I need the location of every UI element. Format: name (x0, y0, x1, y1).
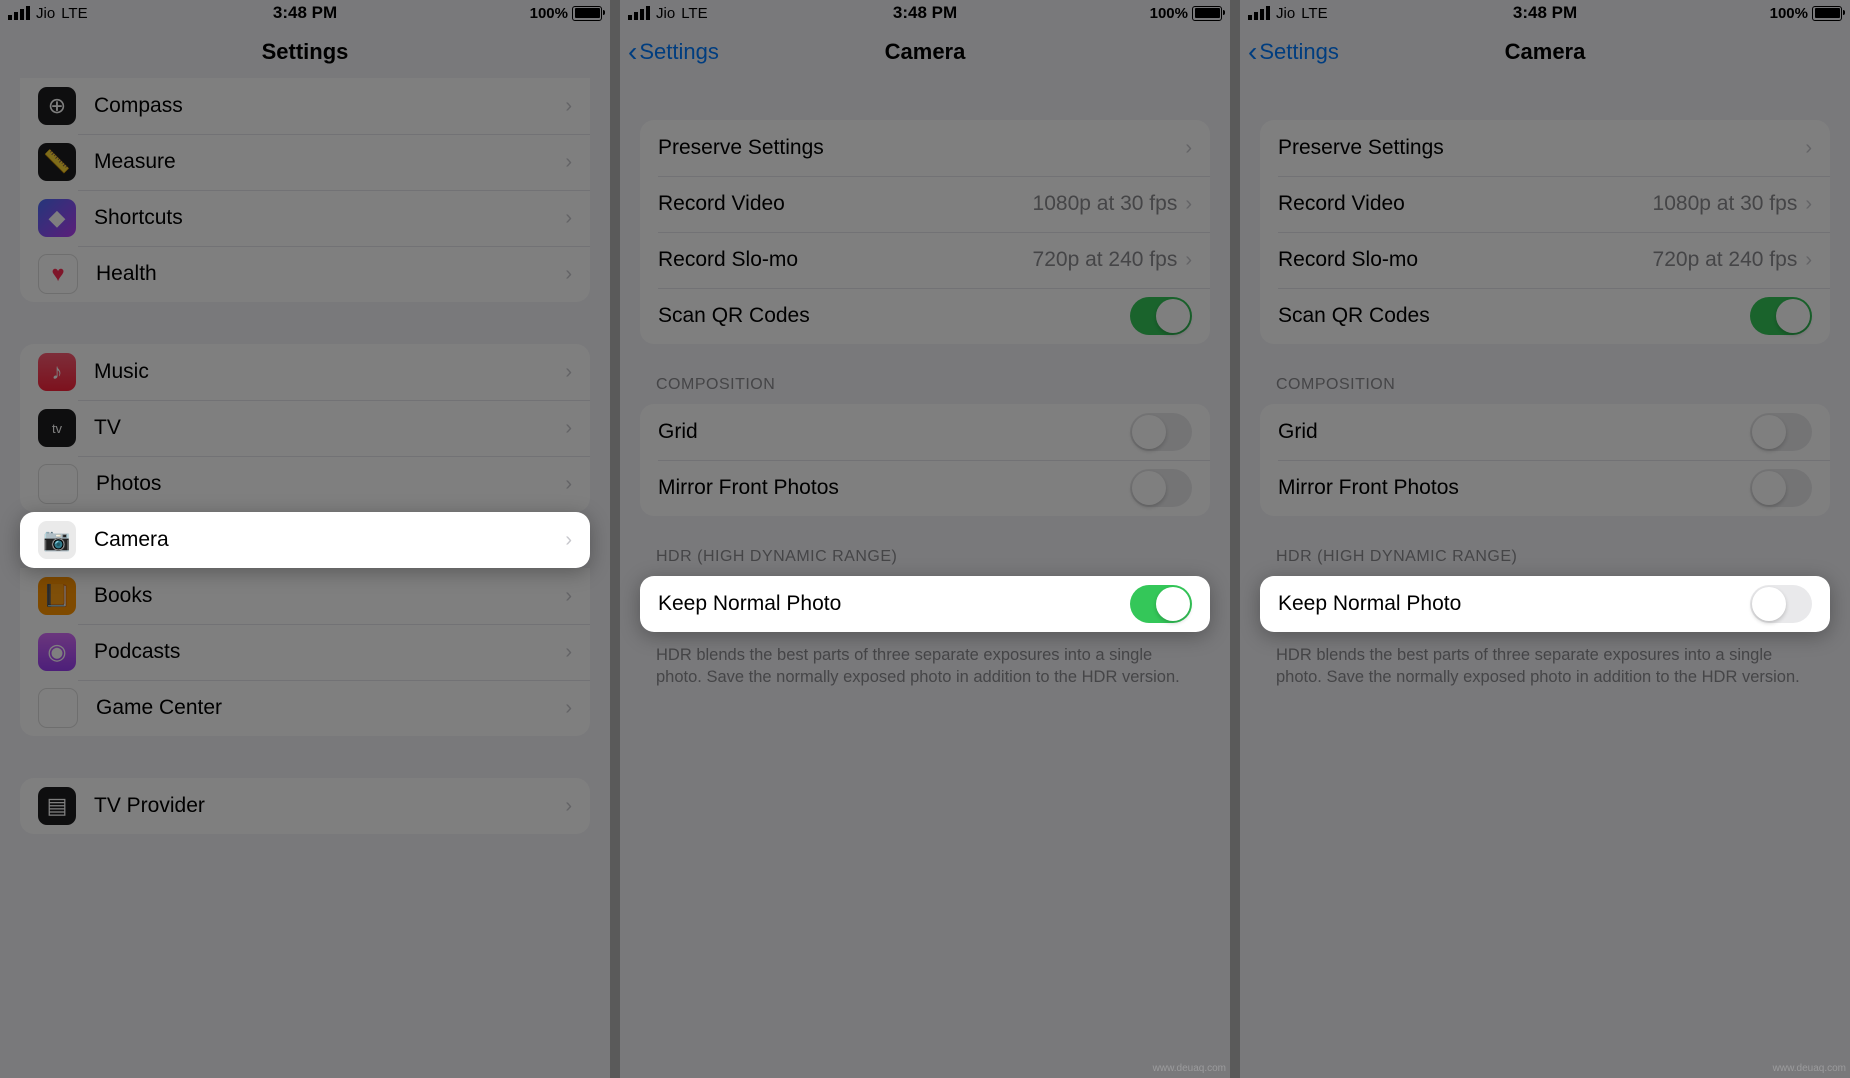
chevron-right-icon: › (1185, 249, 1192, 272)
settings-row-compass[interactable]: ⊕ Compass › (20, 78, 590, 134)
chevron-right-icon: › (565, 529, 572, 552)
health-icon: ♥ (38, 254, 78, 294)
toggle-scan-qr[interactable] (1130, 297, 1192, 335)
measure-icon: 📏 (38, 143, 76, 181)
row-preserve-settings[interactable]: Preserve Settings › (1260, 120, 1830, 176)
battery-icon (1812, 6, 1842, 21)
podcasts-icon: ◉ (38, 633, 76, 671)
chevron-right-icon: › (565, 641, 572, 664)
chevron-right-icon: › (565, 151, 572, 174)
toggle-mirror-front[interactable] (1130, 469, 1192, 507)
chevron-right-icon: › (565, 697, 572, 720)
row-keep-normal-photo[interactable]: Keep Normal Photo (1260, 576, 1830, 632)
toggle-keep-normal-photo[interactable] (1130, 585, 1192, 623)
status-bar: Jio LTE 3:48 PM 100% (0, 0, 610, 26)
battery-icon (1192, 6, 1222, 21)
toggle-grid[interactable] (1750, 413, 1812, 451)
photos-icon: 🏵 (38, 464, 78, 504)
toggle-grid[interactable] (1130, 413, 1192, 451)
page-title: Camera (885, 39, 966, 65)
row-record-video[interactable]: Record Video 1080p at 30 fps › (1260, 176, 1830, 232)
screenshot-3-camera-off: Jio LTE 3:48 PM 100% ‹ Settings Camera P… (1240, 0, 1850, 1078)
music-icon: ♪ (38, 353, 76, 391)
chevron-right-icon: › (565, 95, 572, 118)
compass-icon: ⊕ (38, 87, 76, 125)
settings-row-books[interactable]: 📙 Books › (20, 568, 590, 624)
chevron-right-icon: › (1805, 249, 1812, 272)
camera-icon: 📷 (38, 521, 76, 559)
chevron-left-icon: ‹ (1248, 36, 1257, 68)
row-scan-qr[interactable]: Scan QR Codes (640, 288, 1210, 344)
chevron-right-icon: › (565, 585, 572, 608)
row-grid[interactable]: Grid (1260, 404, 1830, 460)
screenshot-2-camera-on: Jio LTE 3:48 PM 100% ‹ Settings Camera P… (620, 0, 1230, 1078)
toggle-scan-qr[interactable] (1750, 297, 1812, 335)
time-label: 3:48 PM (0, 3, 610, 23)
settings-row-shortcuts[interactable]: ◆ Shortcuts › (20, 190, 590, 246)
chevron-right-icon: › (1185, 193, 1192, 216)
game-center-icon: ✦ (38, 688, 78, 728)
hdr-footer: HDR blends the best parts of three separ… (656, 644, 1194, 689)
hdr-footer: HDR blends the best parts of three separ… (1276, 644, 1814, 689)
page-title: Camera (1505, 39, 1586, 65)
nav-header: ‹ Settings Camera (1240, 26, 1850, 78)
battery-icon (572, 6, 602, 21)
row-record-slomo[interactable]: Record Slo-mo 720p at 240 fps › (1260, 232, 1830, 288)
chevron-right-icon: › (565, 361, 572, 384)
status-bar: Jio LTE 3:48 PM 100% (620, 0, 1230, 26)
row-mirror-front[interactable]: Mirror Front Photos (640, 460, 1210, 516)
toggle-keep-normal-photo[interactable] (1750, 585, 1812, 623)
toggle-mirror-front[interactable] (1750, 469, 1812, 507)
tv-provider-icon: ▤ (38, 787, 76, 825)
settings-row-health[interactable]: ♥ Health › (20, 246, 590, 302)
status-bar: Jio LTE 3:48 PM 100% (1240, 0, 1850, 26)
row-scan-qr[interactable]: Scan QR Codes (1260, 288, 1830, 344)
settings-row-game-center[interactable]: ✦ Game Center › (20, 680, 590, 736)
section-composition: COMPOSITION (1276, 376, 1814, 394)
watermark: www.deuaq.com (1773, 1063, 1846, 1074)
nav-header: ‹ Settings Camera (620, 26, 1230, 78)
shortcuts-icon: ◆ (38, 199, 76, 237)
chevron-right-icon: › (565, 417, 572, 440)
settings-row-camera[interactable]: 📷 Camera › (20, 512, 590, 568)
chevron-right-icon: › (1805, 193, 1812, 216)
chevron-right-icon: › (565, 207, 572, 230)
chevron-right-icon: › (565, 473, 572, 496)
chevron-right-icon: › (1805, 137, 1812, 160)
chevron-right-icon: › (1185, 137, 1192, 160)
settings-row-tv[interactable]: tv TV › (20, 400, 590, 456)
settings-row-podcasts[interactable]: ◉ Podcasts › (20, 624, 590, 680)
row-keep-normal-photo[interactable]: Keep Normal Photo (640, 576, 1210, 632)
row-grid[interactable]: Grid (640, 404, 1210, 460)
chevron-left-icon: ‹ (628, 36, 637, 68)
section-hdr: HDR (HIGH DYNAMIC RANGE) (656, 548, 1194, 566)
section-hdr: HDR (HIGH DYNAMIC RANGE) (1276, 548, 1814, 566)
books-icon: 📙 (38, 577, 76, 615)
settings-row-tv-provider[interactable]: ▤ TV Provider › (20, 778, 590, 834)
tv-icon: tv (38, 409, 76, 447)
nav-header: Settings (0, 26, 610, 78)
section-composition: COMPOSITION (656, 376, 1194, 394)
row-record-video[interactable]: Record Video 1080p at 30 fps › (640, 176, 1210, 232)
back-button[interactable]: ‹ Settings (1248, 36, 1339, 68)
chevron-right-icon: › (565, 795, 572, 818)
row-preserve-settings[interactable]: Preserve Settings › (640, 120, 1210, 176)
settings-row-music[interactable]: ♪ Music › (20, 344, 590, 400)
settings-row-photos[interactable]: 🏵 Photos › (20, 456, 590, 512)
settings-row-measure[interactable]: 📏 Measure › (20, 134, 590, 190)
screenshot-1-settings: Jio LTE 3:48 PM 100% Settings ⊕ Compass … (0, 0, 610, 1078)
chevron-right-icon: › (565, 263, 572, 286)
row-mirror-front[interactable]: Mirror Front Photos (1260, 460, 1830, 516)
row-record-slomo[interactable]: Record Slo-mo 720p at 240 fps › (640, 232, 1210, 288)
watermark: www.deuaq.com (1153, 1063, 1226, 1074)
page-title: Settings (262, 39, 349, 65)
back-button[interactable]: ‹ Settings (628, 36, 719, 68)
